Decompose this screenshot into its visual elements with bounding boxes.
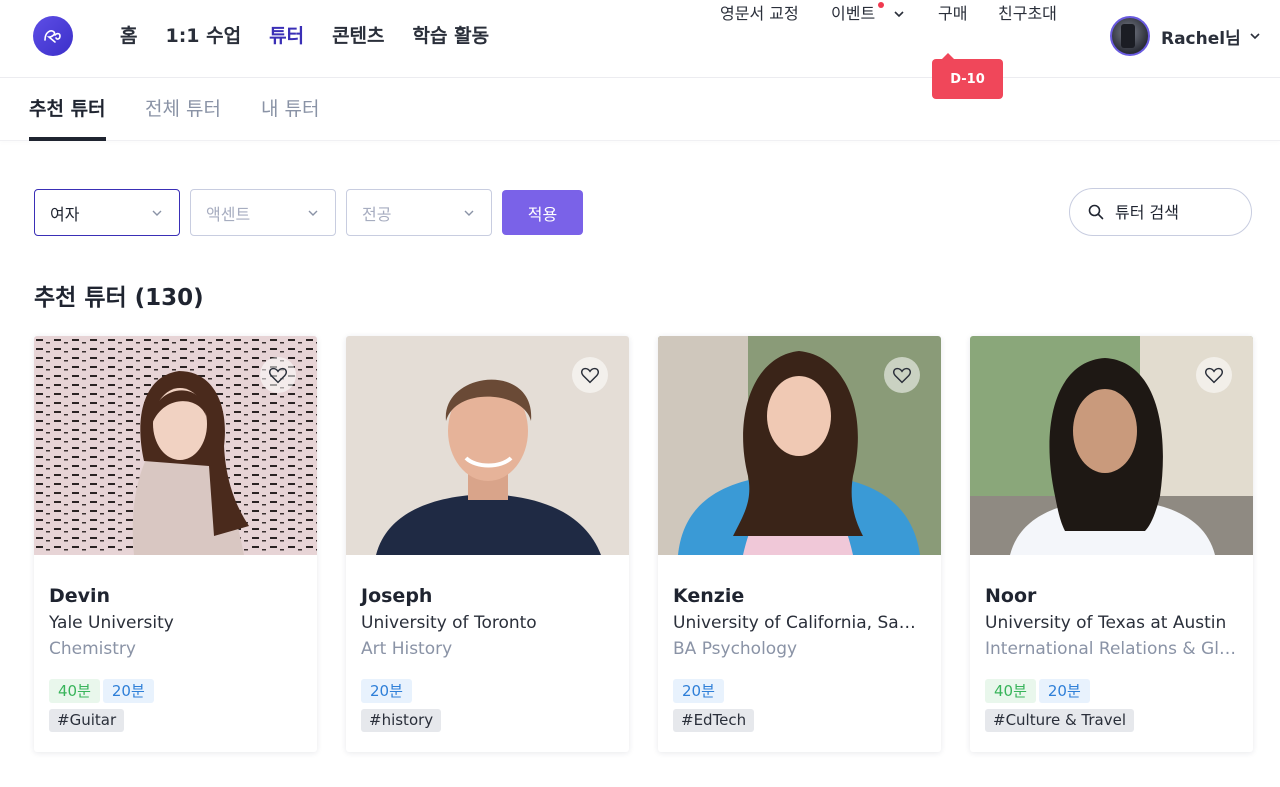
tutor-info: Kenzie University of California, Santa B… bbox=[658, 585, 941, 732]
tutor-info: Devin Yale University Chemistry 40분 20분 … bbox=[34, 585, 317, 732]
interest-tag: #history bbox=[361, 709, 442, 732]
nav-proofread[interactable]: 영문서 교정 bbox=[720, 0, 799, 28]
tutor-name: Kenzie bbox=[673, 585, 745, 607]
tutor-photo bbox=[34, 336, 317, 555]
tutor-name: Joseph bbox=[361, 585, 433, 607]
chevron-down-icon bbox=[1249, 30, 1261, 42]
nav-buy[interactable]: 구매 bbox=[938, 0, 967, 28]
tutor-card[interactable]: Kenzie University of California, Santa B… bbox=[658, 336, 941, 752]
tutor-search[interactable] bbox=[1069, 188, 1252, 236]
username: Rachel님 bbox=[1161, 28, 1241, 49]
tutor-card[interactable]: Devin Yale University Chemistry 40분 20분 … bbox=[34, 336, 317, 752]
favorite-button[interactable] bbox=[572, 357, 608, 393]
tutor-university: University of Toronto bbox=[361, 613, 537, 633]
interest-tag: #Guitar bbox=[49, 709, 125, 732]
tutor-info: Joseph University of Toronto Art History… bbox=[346, 585, 629, 732]
favorite-button[interactable] bbox=[260, 357, 296, 393]
section-title: 추천 튜터 (130) bbox=[34, 285, 204, 311]
apply-button[interactable]: 적용 bbox=[502, 190, 583, 235]
heart-icon bbox=[580, 367, 600, 384]
lesson-durations: 20분 bbox=[673, 679, 926, 703]
chevron-down-icon bbox=[151, 207, 163, 219]
tutor-major: International Relations & Global Studies bbox=[985, 639, 1238, 659]
tutor-university: University of Texas at Austin bbox=[985, 613, 1227, 633]
nav-event[interactable]: 이벤트 bbox=[831, 0, 905, 28]
tab-my-tutors[interactable]: 내 튜터 bbox=[261, 95, 319, 123]
nav-lessons[interactable]: 1:1 수업 bbox=[165, 22, 241, 50]
sub-tabs: 추천 튜터 전체 튜터 내 튜터 bbox=[0, 79, 1280, 141]
lesson-20-badge: 20분 bbox=[1038, 679, 1090, 703]
major-select-placeholder: 전공 bbox=[362, 204, 392, 224]
tutor-major: BA Psychology bbox=[673, 639, 798, 659]
nav-contents[interactable]: 콘텐츠 bbox=[332, 22, 384, 50]
lesson-20-badge: 20분 bbox=[102, 679, 154, 703]
interest-tag: #EdTech bbox=[673, 709, 755, 732]
tab-all-tutors[interactable]: 전체 튜터 bbox=[145, 95, 221, 123]
tutor-name: Devin bbox=[49, 585, 111, 607]
major-select[interactable]: 전공 bbox=[346, 189, 492, 236]
logo-icon bbox=[44, 30, 61, 43]
tutor-photo bbox=[658, 336, 941, 555]
chevron-down-icon bbox=[307, 207, 319, 219]
avatar bbox=[1110, 16, 1150, 56]
chevron-down-icon bbox=[463, 207, 475, 219]
lesson-durations: 20분 bbox=[361, 679, 614, 703]
heart-icon bbox=[892, 367, 912, 384]
search-input[interactable] bbox=[1115, 202, 1235, 222]
favorite-button[interactable] bbox=[1196, 357, 1232, 393]
lesson-20-badge: 20분 bbox=[361, 679, 412, 703]
heart-icon bbox=[1204, 367, 1224, 384]
nav-invite[interactable]: 친구초대 bbox=[998, 0, 1057, 28]
heart-icon bbox=[268, 367, 288, 384]
gender-select[interactable]: 여자 bbox=[34, 189, 180, 236]
accent-select-placeholder: 액센트 bbox=[206, 204, 251, 224]
tutor-card[interactable]: Noor University of Texas at Austin Inter… bbox=[970, 336, 1253, 752]
tutor-major: Art History bbox=[361, 639, 453, 659]
favorite-button[interactable] bbox=[884, 357, 920, 393]
tutor-major: Chemistry bbox=[49, 639, 136, 659]
user-menu[interactable]: Rachel님 bbox=[1110, 16, 1261, 56]
tutor-name: Noor bbox=[985, 585, 1037, 607]
tutor-university: Yale University bbox=[49, 613, 174, 633]
tutor-photo bbox=[346, 336, 629, 555]
top-nav: 홈 1:1 수업 튜터 콘텐츠 학습 활동 영문서 교정 이벤트 구매 친구초대… bbox=[0, 0, 1280, 78]
lesson-durations: 40분 20분 bbox=[985, 679, 1238, 703]
tutor-photo bbox=[970, 336, 1253, 555]
lesson-durations: 40분 20분 bbox=[49, 679, 302, 703]
tab-recommended[interactable]: 추천 튜터 bbox=[29, 95, 106, 141]
tutor-university: University of California, Santa Barbara bbox=[673, 613, 926, 633]
nav-event-label: 이벤트 bbox=[831, 4, 876, 23]
lesson-40-badge: 40분 bbox=[49, 679, 100, 703]
nav-home[interactable]: 홈 bbox=[120, 22, 137, 50]
nav-activities[interactable]: 학습 활동 bbox=[413, 22, 490, 50]
tutor-info: Noor University of Texas at Austin Inter… bbox=[970, 585, 1253, 732]
tutor-card[interactable]: Joseph University of Toronto Art History… bbox=[346, 336, 629, 752]
notification-dot bbox=[878, 2, 884, 8]
ringle-logo[interactable] bbox=[33, 16, 73, 56]
lesson-20-badge: 20분 bbox=[673, 679, 724, 703]
accent-select[interactable]: 액센트 bbox=[190, 189, 336, 236]
nav-tutors[interactable]: 튜터 bbox=[269, 22, 304, 50]
main-nav: 홈 1:1 수업 튜터 콘텐츠 학습 활동 bbox=[120, 22, 517, 50]
gender-select-value: 여자 bbox=[50, 204, 80, 224]
chevron-down-icon bbox=[893, 8, 905, 20]
search-icon bbox=[1088, 204, 1104, 220]
interest-tag: #Culture & Travel bbox=[985, 709, 1134, 732]
lesson-40-badge: 40분 bbox=[985, 679, 1036, 703]
